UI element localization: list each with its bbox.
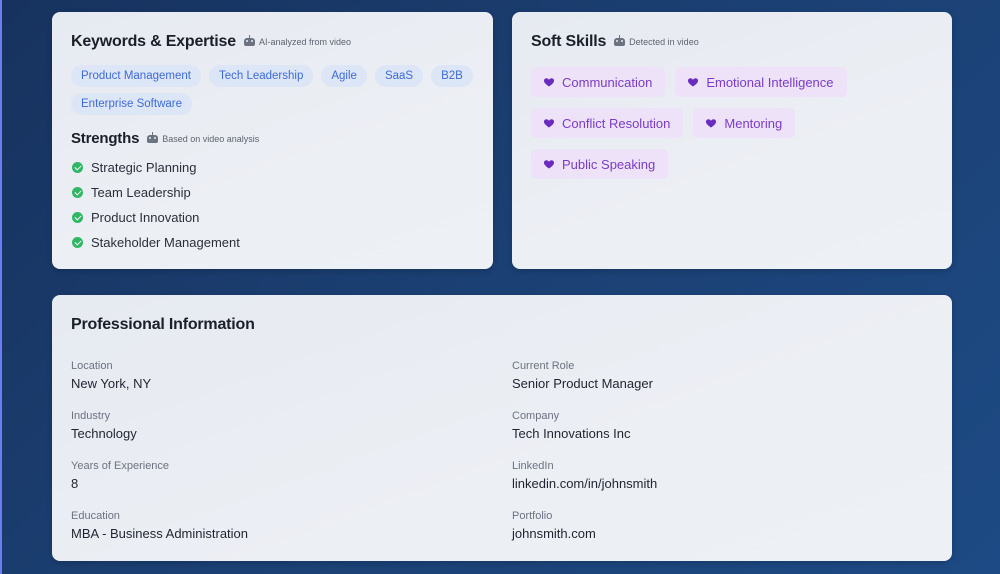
info-item-education: Education MBA - Business Administration xyxy=(71,507,491,557)
soft-skill-label: Conflict Resolution xyxy=(562,115,671,131)
keyword-tag[interactable]: Enterprise Software xyxy=(71,93,192,115)
check-circle-icon xyxy=(72,162,83,173)
strength-text: Team Leadership xyxy=(91,185,191,200)
info-label: Current Role xyxy=(512,360,575,372)
keywords-title: Keywords & Expertise xyxy=(71,33,236,50)
info-label: Location xyxy=(71,360,113,372)
heart-icon xyxy=(688,78,699,87)
heart-icon xyxy=(543,160,555,169)
soft-skill-label: Communication xyxy=(562,74,653,90)
info-item-years-experience: Years of Experience 8 xyxy=(71,457,491,507)
info-label: Company xyxy=(512,410,560,422)
check-circle-icon xyxy=(72,187,83,198)
keyword-tag[interactable]: SaaS xyxy=(374,65,424,87)
strength-item: Product Innovation xyxy=(72,205,240,230)
soft-skills-ai-note: Detected in video xyxy=(614,35,699,47)
strengths-ai-note-text: Based on video analysis xyxy=(162,133,260,144)
robot-icon xyxy=(243,35,255,46)
strengths-header: Strengths Based on video analysis xyxy=(71,130,259,147)
strengths-ai-note: Based on video analysis xyxy=(147,131,260,144)
info-value: Tech Innovations Inc xyxy=(512,426,631,441)
professional-info-header: Professional Information xyxy=(71,316,255,334)
info-label: Industry xyxy=(71,410,111,422)
soft-skill-tag[interactable]: Conflict Resolution xyxy=(531,108,684,138)
keywords-ai-note-text: AI-analyzed from video xyxy=(258,37,352,47)
info-label: Years of Experience xyxy=(71,460,170,472)
info-item-company: Company Tech Innovations Inc xyxy=(512,407,932,457)
info-item-portfolio: Portfolio johnsmith.com xyxy=(512,507,932,557)
check-circle-icon xyxy=(72,212,83,223)
soft-skills-title: Soft Skills xyxy=(531,33,607,50)
keyword-tag[interactable]: Product Management xyxy=(71,65,201,87)
strength-text: Product Innovation xyxy=(91,210,200,225)
heart-icon xyxy=(543,119,555,128)
keyword-tag[interactable]: Agile xyxy=(321,65,367,87)
keyword-tag[interactable]: Tech Leadership xyxy=(208,65,314,87)
info-item-location: Location New York, NY xyxy=(71,357,491,407)
info-value: 8 xyxy=(71,476,79,491)
info-value: MBA - Business Administration xyxy=(71,526,249,541)
robot-icon xyxy=(147,131,159,143)
soft-skills-ai-note-text: Detected in video xyxy=(629,37,699,47)
check-circle-icon xyxy=(72,237,83,248)
info-column-left: Location New York, NY Industry Technolog… xyxy=(71,357,491,557)
strength-text: Strategic Planning xyxy=(91,160,197,175)
soft-skill-tag[interactable]: Communication xyxy=(531,67,666,97)
info-item-current-role: Current Role Senior Product Manager xyxy=(512,357,932,407)
soft-skill-tag[interactable]: Mentoring xyxy=(693,108,796,138)
info-value: Senior Product Manager xyxy=(512,376,653,391)
soft-skill-tag[interactable]: Emotional Intelligence xyxy=(675,67,847,97)
professional-info-title: Professional Information xyxy=(71,316,255,333)
keywords-ai-note: AI-analyzed from video xyxy=(243,35,352,47)
soft-skill-tag[interactable]: Public Speaking xyxy=(531,149,669,179)
keyword-tag-list: Product Management Tech Leadership Agile… xyxy=(71,65,481,121)
keywords-header: Keywords & Expertise AI-analyzed from vi… xyxy=(71,33,351,51)
soft-skills-card: Soft Skills Detected in video Communicat… xyxy=(512,12,952,269)
soft-skill-tag-list: Communication Emotional Intelligence Con… xyxy=(531,67,941,190)
strengths-list: Strategic Planning Team Leadership Produ… xyxy=(72,155,240,255)
strength-item: Team Leadership xyxy=(72,180,240,205)
left-edge-accent xyxy=(0,0,2,574)
soft-skill-label: Emotional Intelligence xyxy=(706,74,834,90)
strength-item: Strategic Planning xyxy=(72,155,240,180)
keyword-tag[interactable]: B2B xyxy=(431,65,473,87)
keywords-expertise-card: Keywords & Expertise AI-analyzed from vi… xyxy=(52,12,493,269)
robot-icon xyxy=(614,35,626,46)
info-label: LinkedIn xyxy=(512,460,554,472)
info-column-right: Current Role Senior Product Manager Comp… xyxy=(512,357,932,557)
professional-information-card: Professional Information Location New Yo… xyxy=(52,295,952,561)
info-label: Portfolio xyxy=(512,510,553,522)
portfolio-link[interactable]: johnsmith.com xyxy=(512,525,932,543)
soft-skill-label: Public Speaking xyxy=(562,156,656,172)
strength-item: Stakeholder Management xyxy=(72,230,240,255)
soft-skills-header: Soft Skills Detected in video xyxy=(531,33,699,51)
strength-text: Stakeholder Management xyxy=(91,235,240,250)
info-value: New York, NY xyxy=(71,376,152,391)
soft-skill-label: Mentoring xyxy=(724,115,783,131)
info-item-industry: Industry Technology xyxy=(71,407,491,457)
heart-icon xyxy=(543,78,555,87)
strengths-title: Strengths xyxy=(71,130,140,147)
info-label: Education xyxy=(71,510,120,522)
heart-icon xyxy=(706,119,717,128)
linkedin-link[interactable]: linkedin.com/in/johnsmith xyxy=(512,475,932,493)
info-value: Technology xyxy=(71,426,137,441)
info-item-linkedin: LinkedIn linkedin.com/in/johnsmith xyxy=(512,457,932,507)
